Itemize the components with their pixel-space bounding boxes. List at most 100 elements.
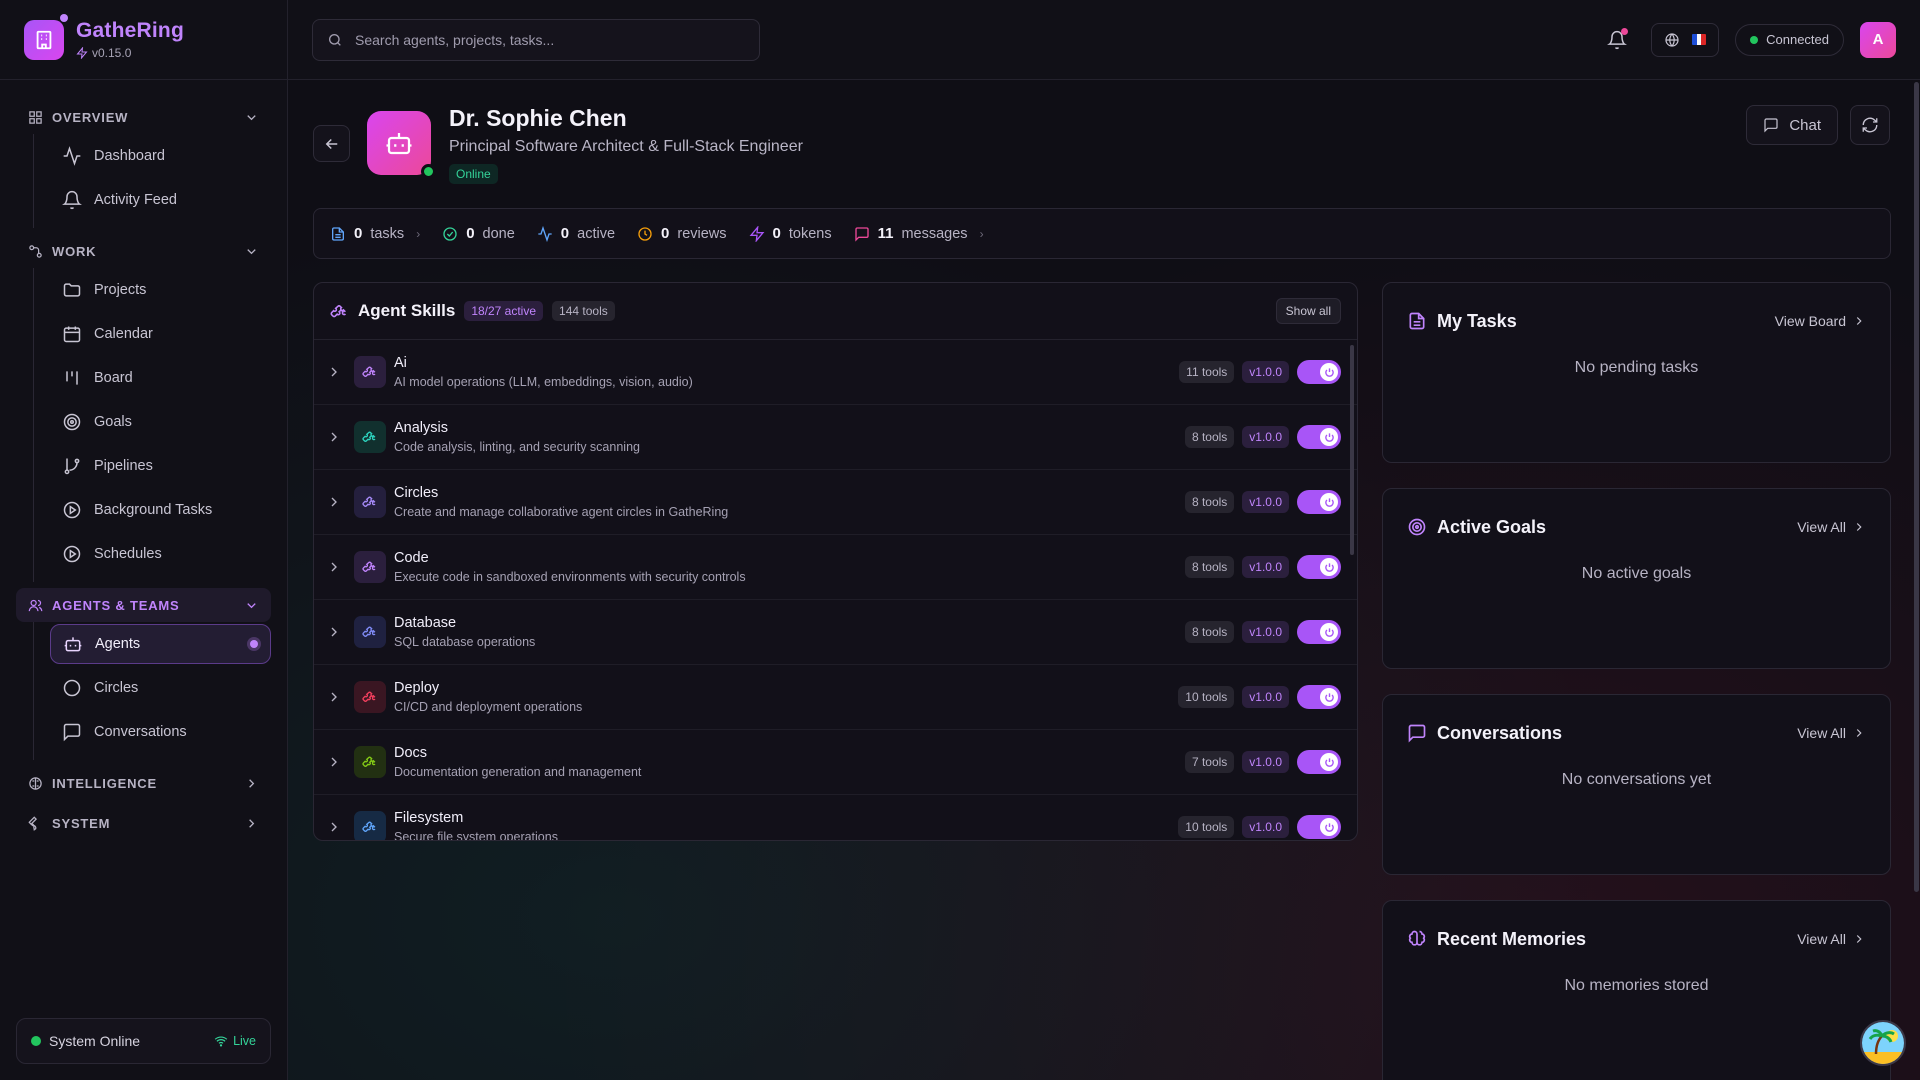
stat-value: 0	[560, 225, 570, 242]
skill-name: Deploy	[394, 680, 440, 696]
language-selector[interactable]	[1651, 22, 1720, 57]
skill-row[interactable]: Ai AI model operations (LLM, embeddings, …	[314, 340, 1357, 405]
skills-title: Agent Skills	[358, 301, 456, 320]
sidebar-item-schedules[interactable]: Schedules	[50, 534, 271, 574]
tools-badge: 10 tools	[1178, 686, 1235, 708]
chevron-right-icon[interactable]	[326, 559, 342, 575]
active-indicator	[250, 640, 258, 648]
stat-reviews: 0 reviews	[637, 225, 727, 242]
zap-icon	[76, 47, 88, 59]
skill-description: CI/CD and deployment operations	[394, 700, 583, 714]
section-work[interactable]: WORK	[16, 234, 271, 268]
chevron-right-icon[interactable]	[326, 624, 342, 640]
skill-toggle[interactable]	[1297, 555, 1341, 579]
search-input[interactable]	[355, 31, 735, 48]
skill-toggle[interactable]	[1297, 815, 1341, 839]
arrow-left-icon	[325, 138, 337, 149]
skill-row[interactable]: Database SQL database operations 8 tools v1…	[314, 600, 1357, 665]
skill-name: Code	[394, 550, 429, 566]
skill-description: AI model operations (LLM, embeddings, vi…	[394, 375, 693, 389]
tools-count-badge: 144 tools	[552, 301, 615, 321]
agent-skills-panel: Agent Skills 18/27 active 144 tools Show…	[313, 282, 1358, 841]
refresh-icon	[1862, 117, 1878, 133]
chevron-right-icon: ›	[416, 226, 421, 241]
sidebar-item-circles[interactable]: Circles	[50, 668, 271, 708]
card-title: Active Goals	[1437, 516, 1547, 537]
link-label: View All	[1797, 725, 1846, 741]
chevron-right-icon[interactable]	[326, 364, 342, 380]
sidebar-item-pipelines[interactable]: Pipelines	[50, 446, 271, 486]
sidebar-item-conversations[interactable]: Conversations	[50, 712, 271, 752]
search-bar[interactable]	[312, 18, 760, 61]
skill-name: Database	[394, 615, 457, 631]
tools-badge: 11 tools	[1179, 361, 1235, 383]
stat-value: 11	[877, 225, 894, 242]
puzzle-icon	[330, 304, 347, 317]
skill-toggle[interactable]	[1297, 425, 1341, 449]
skill-row[interactable]: Analysis Code analysis, linting, and secu…	[314, 405, 1357, 470]
sidebar-item-activity-feed[interactable]: Activity Feed	[50, 180, 271, 220]
skill-toggle[interactable]	[1297, 490, 1341, 514]
stat-messages[interactable]: 11 messages ›	[854, 225, 984, 242]
view-all-link[interactable]: View All	[1797, 725, 1866, 741]
assistant-widget[interactable]	[1860, 1020, 1906, 1066]
skill-row[interactable]: Filesystem Secure file system operations 1…	[314, 795, 1357, 840]
chevron-right-icon[interactable]	[326, 494, 342, 510]
section-intelligence[interactable]: INTELLIGENCE	[16, 766, 271, 800]
power-icon	[1320, 688, 1338, 706]
section-overview[interactable]: OVERVIEW	[16, 100, 271, 134]
sidebar-item-label: Background Tasks	[94, 502, 213, 518]
sidebar-item-label: Circles	[94, 680, 139, 696]
system-status: System Online Live	[16, 1018, 271, 1064]
globe-icon	[1665, 32, 1679, 47]
sidebar-item-goals[interactable]: Goals	[50, 402, 271, 442]
view-all-link[interactable]: View All	[1797, 931, 1866, 947]
brand[interactable]: GatheRing v0.15.0	[0, 0, 287, 80]
status-badge: Online	[449, 164, 498, 184]
search-icon	[329, 33, 341, 46]
tools-badge: 10 tools	[1178, 816, 1235, 838]
skill-toggle[interactable]	[1297, 685, 1341, 709]
skill-row[interactable]: Code Execute code in sandboxed environmen…	[314, 535, 1357, 600]
chevron-right-icon[interactable]	[326, 429, 342, 445]
section-system[interactable]: SYSTEM	[16, 806, 271, 840]
live-label: Live	[233, 1034, 256, 1048]
power-icon	[1320, 623, 1338, 641]
show-all-button[interactable]: Show all	[1275, 298, 1341, 324]
sidebar-item-agents[interactable]: Agents	[50, 624, 271, 664]
chat-button[interactable]: Chat	[1746, 105, 1838, 145]
sidebar-item-calendar[interactable]: Calendar	[50, 314, 271, 354]
refresh-button[interactable]	[1850, 105, 1890, 145]
user-avatar[interactable]: A	[1860, 21, 1896, 58]
chevron-right-icon[interactable]	[326, 754, 342, 770]
notifications-button[interactable]	[1599, 22, 1635, 58]
skills-header: Agent Skills 18/27 active 144 tools Show…	[314, 283, 1357, 340]
chevron-right-icon	[1856, 523, 1862, 531]
skill-row[interactable]: Circles Create and manage collaborative a…	[314, 470, 1357, 535]
sidebar-item-board[interactable]: Board	[50, 358, 271, 398]
page-scrollbar[interactable]	[1914, 82, 1919, 892]
skill-toggle[interactable]	[1297, 620, 1341, 644]
sidebar-item-dashboard[interactable]: Dashboard	[50, 136, 271, 176]
chevron-right-icon	[1856, 935, 1862, 943]
stat-label: tokens	[788, 225, 832, 242]
sidebar-item-projects[interactable]: Projects	[50, 270, 271, 310]
skill-toggle[interactable]	[1297, 750, 1341, 774]
connection-label: Connected	[1766, 32, 1829, 47]
sidebar-item-background-tasks[interactable]: Background Tasks	[50, 490, 271, 530]
chevron-down-icon	[247, 114, 256, 120]
skill-name: Ai	[394, 355, 407, 371]
chevron-right-icon[interactable]	[326, 689, 342, 705]
view-board-link[interactable]: View Board	[1775, 313, 1866, 329]
view-all-link[interactable]: View All	[1797, 519, 1866, 535]
chevron-right-icon[interactable]	[326, 819, 342, 835]
skill-toggle[interactable]	[1297, 360, 1341, 384]
skill-description: Documentation generation and management	[394, 765, 642, 779]
skill-row[interactable]: Deploy CI/CD and deployment operations 10 …	[314, 665, 1357, 730]
skill-row[interactable]: Docs Documentation generation and managem…	[314, 730, 1357, 795]
skills-scrollbar[interactable]	[1350, 345, 1354, 555]
stat-tasks[interactable]: 0 tasks ›	[330, 225, 420, 242]
back-button[interactable]	[313, 125, 350, 162]
section-agents-teams[interactable]: AGENTS & TEAMS	[16, 588, 271, 622]
beach-icon	[1862, 1022, 1904, 1064]
